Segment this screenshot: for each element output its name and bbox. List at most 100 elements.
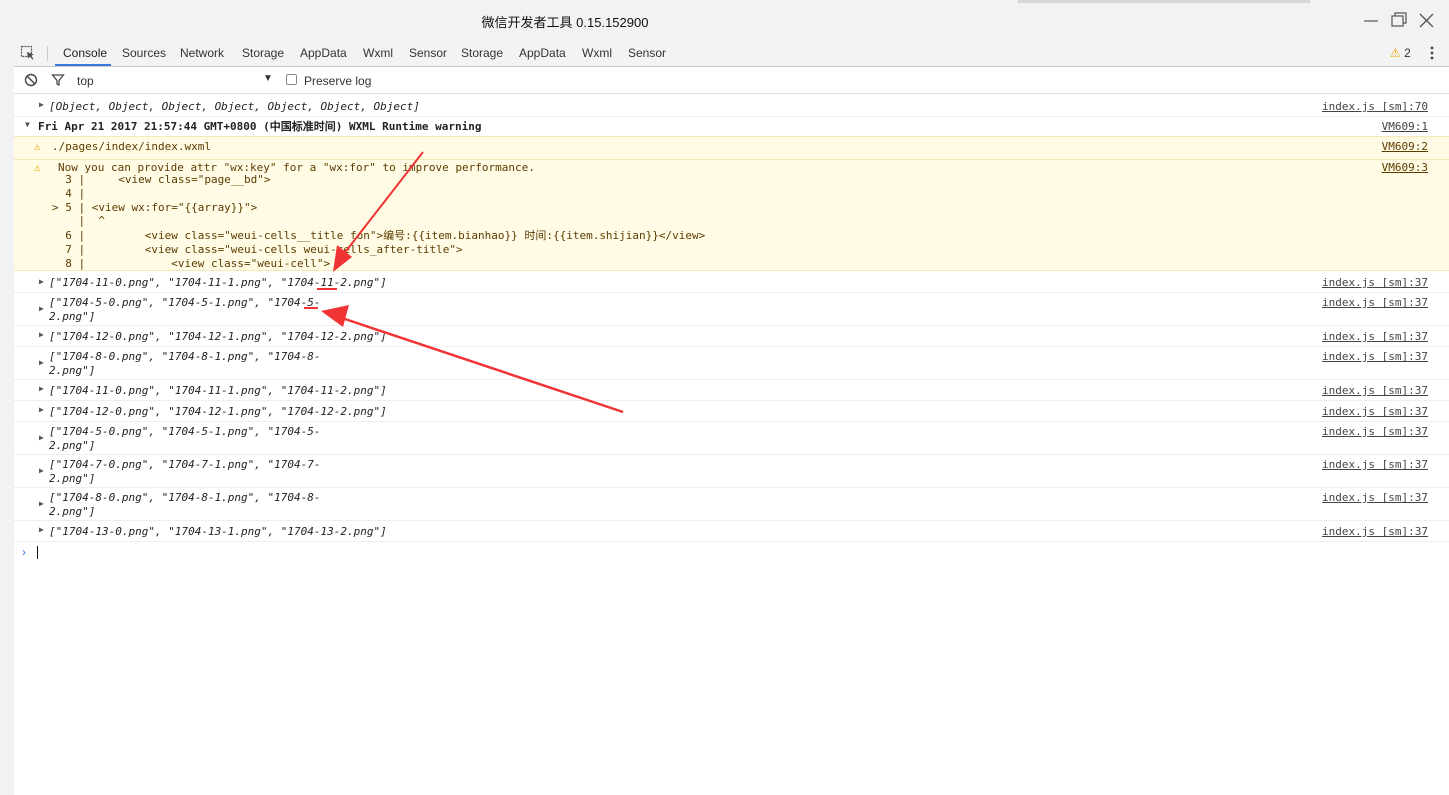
source-link[interactable]: VM609:1: [1382, 120, 1428, 133]
source-link[interactable]: index.js [sm]:37: [1322, 350, 1428, 363]
message-text: ["1704-11-0.png", "1704-11-1.png", "1704…: [49, 384, 387, 397]
context-dropdown-icon[interactable]: ▼: [263, 73, 273, 84]
devtools-tabbar: Console Sources Network Storage AppData …: [14, 40, 1449, 67]
expand-arrow-icon[interactable]: ▶: [39, 277, 44, 286]
source-link[interactable]: index.js [sm]:37: [1322, 276, 1428, 289]
console-message[interactable]: ▶ ["1704-11-0.png", "1704-11-1.png", "17…: [14, 273, 1449, 293]
preserve-log-checkbox[interactable]: [286, 74, 297, 85]
source-link[interactable]: VM609:2: [1382, 140, 1428, 153]
message-text-wrap: 2.png"]: [49, 439, 96, 452]
code-frame-line: 8 | <view class="weui-cell">: [52, 257, 331, 270]
tab-appdata[interactable]: AppData: [300, 46, 347, 60]
clear-console-icon[interactable]: [24, 73, 38, 87]
active-tab-indicator: [55, 64, 111, 66]
left-edge: [0, 40, 14, 795]
message-text-wrap: 2.png"]: [49, 472, 96, 485]
console-input[interactable]: [37, 546, 38, 559]
group-title: Fri Apr 21 2017 21:57:44 GMT+0800 (中国标准时…: [38, 120, 482, 133]
expand-arrow-icon[interactable]: ▶: [39, 525, 44, 534]
source-link[interactable]: index.js [sm]:37: [1322, 525, 1428, 538]
code-frame-line: 6 | <view class="weui-cells__title fon">…: [52, 229, 706, 242]
expand-arrow-icon[interactable]: ▶: [39, 433, 44, 442]
console-message[interactable]: ▶ [Object, Object, Object, Object, Objec…: [14, 97, 1449, 117]
tab-storage[interactable]: Storage: [242, 46, 284, 60]
restore-icon[interactable]: [1389, 10, 1409, 30]
message-text-wrap: 2.png"]: [49, 364, 96, 377]
console-group-header[interactable]: ▼ Fri Apr 21 2017 21:57:44 GMT+0800 (中国标…: [14, 117, 1449, 136]
console-message[interactable]: ▶ ["1704-5-0.png", "1704-5-1.png", "1704…: [14, 422, 1449, 455]
source-link[interactable]: index.js [sm]:70: [1322, 100, 1428, 113]
toolbar-divider: [47, 46, 48, 61]
console-message[interactable]: ▶ ["1704-13-0.png", "1704-13-1.png", "17…: [14, 521, 1449, 542]
console-message[interactable]: ▶ ["1704-11-0.png", "1704-11-1.png", "17…: [14, 380, 1449, 401]
message-text: [Object, Object, Object, Object, Object,…: [49, 100, 420, 113]
code-frame-line: 3 | <view class="page__bd">: [52, 173, 271, 186]
context-selector[interactable]: top: [77, 74, 94, 88]
console-message[interactable]: ▶ ["1704-12-0.png", "1704-12-1.png", "17…: [14, 401, 1449, 422]
source-link[interactable]: index.js [sm]:37: [1322, 384, 1428, 397]
tab-sources[interactable]: Sources: [122, 46, 166, 60]
tab-wxml[interactable]: Wxml: [363, 46, 393, 60]
console-prompt-icon: ›: [22, 545, 26, 559]
tab-wxml-2[interactable]: Wxml: [582, 46, 612, 60]
source-link[interactable]: index.js [sm]:37: [1322, 405, 1428, 418]
source-link[interactable]: index.js [sm]:37: [1322, 458, 1428, 471]
message-text-wrap: 2.png"]: [49, 505, 96, 518]
warning-icon: ⚠: [34, 140, 41, 153]
code-frame-line: 7 | <view class="weui-cells weui-cells_a…: [52, 243, 463, 256]
message-text: ["1704-5-0.png", "1704-5-1.png", "1704-5…: [49, 296, 321, 309]
console-message[interactable]: ▶ ["1704-8-0.png", "1704-8-1.png", "1704…: [14, 488, 1449, 521]
tab-console[interactable]: Console: [63, 46, 107, 60]
console-message[interactable]: ▶ ["1704-7-0.png", "1704-7-1.png", "1704…: [14, 455, 1449, 488]
message-text: ["1704-7-0.png", "1704-7-1.png", "1704-7…: [49, 458, 321, 471]
warning-group: ⚠ ./pages/index/index.wxml VM609:2 ⚠ Now…: [14, 136, 1449, 271]
expand-arrow-icon[interactable]: ▶: [39, 466, 44, 475]
console-filterbar: top ▼ Preserve log: [14, 67, 1449, 94]
source-link[interactable]: index.js [sm]:37: [1322, 296, 1428, 309]
message-text: ["1704-8-0.png", "1704-8-1.png", "1704-8…: [49, 350, 321, 363]
source-link[interactable]: index.js [sm]:37: [1322, 425, 1428, 438]
inspect-element-icon[interactable]: [20, 45, 36, 61]
message-text: ["1704-13-0.png", "1704-13-1.png", "1704…: [49, 525, 387, 538]
more-options-icon[interactable]: [1430, 45, 1434, 61]
tab-storage-2[interactable]: Storage: [461, 46, 503, 60]
code-frame-line: 4 |: [52, 187, 86, 200]
expand-arrow-icon[interactable]: ▶: [39, 330, 44, 339]
source-link[interactable]: index.js [sm]:37: [1322, 491, 1428, 504]
source-link[interactable]: index.js [sm]:37: [1322, 330, 1428, 343]
titlebar-shadow: [1018, 0, 1310, 3]
message-text: ["1704-5-0.png", "1704-5-1.png", "1704-5…: [49, 425, 321, 438]
warning-message[interactable]: ⚠ Now you can provide attr "wx:key" for …: [14, 159, 1449, 174]
expand-arrow-icon[interactable]: ▶: [39, 304, 44, 313]
expand-arrow-icon[interactable]: ▶: [39, 499, 44, 508]
expand-arrow-icon[interactable]: ▶: [39, 384, 44, 393]
message-text: ["1704-8-0.png", "1704-8-1.png", "1704-8…: [49, 491, 321, 504]
expand-arrow-icon[interactable]: ▶: [39, 405, 44, 414]
tab-appdata-2[interactable]: AppData: [519, 46, 566, 60]
minimize-icon[interactable]: [1361, 10, 1381, 30]
filter-icon[interactable]: [51, 73, 65, 87]
window-title: 微信开发者工具 0.15.152900: [481, 15, 649, 30]
warning-icon: ⚠: [34, 161, 41, 174]
message-text: ["1704-12-0.png", "1704-12-1.png", "1704…: [49, 330, 387, 343]
tab-sensor-2[interactable]: Sensor: [628, 46, 666, 60]
close-icon[interactable]: [1416, 10, 1436, 30]
console-message[interactable]: ▶ ["1704-12-0.png", "1704-12-1.png", "17…: [14, 326, 1449, 347]
console-message[interactable]: ▶ ["1704-5-0.png", "1704-5-1.png", "1704…: [14, 293, 1449, 326]
warning-text: ./pages/index/index.wxml: [52, 140, 211, 153]
tab-sensor[interactable]: Sensor: [409, 46, 447, 60]
expand-arrow-icon[interactable]: ▶: [39, 100, 44, 109]
warning-icon: ⚠: [1390, 46, 1401, 60]
tab-network[interactable]: Network: [180, 46, 224, 60]
window-titlebar: 微信开发者工具 0.15.152900: [0, 0, 1449, 40]
source-link[interactable]: VM609:3: [1382, 161, 1428, 174]
collapse-arrow-icon[interactable]: ▼: [25, 120, 30, 129]
message-text: ["1704-12-0.png", "1704-12-1.png", "1704…: [49, 405, 387, 418]
warnings-count: 2: [1404, 46, 1411, 60]
code-frame-line: | ^: [52, 214, 105, 227]
console-message[interactable]: ▶ ["1704-8-0.png", "1704-8-1.png", "1704…: [14, 347, 1449, 380]
message-text-wrap: 2.png"]: [49, 310, 96, 323]
expand-arrow-icon[interactable]: ▶: [39, 358, 44, 367]
warnings-counter[interactable]: ⚠ 2: [1390, 46, 1411, 60]
code-frame-line: > 5 | <view wx:for="{{array}}">: [52, 201, 258, 214]
